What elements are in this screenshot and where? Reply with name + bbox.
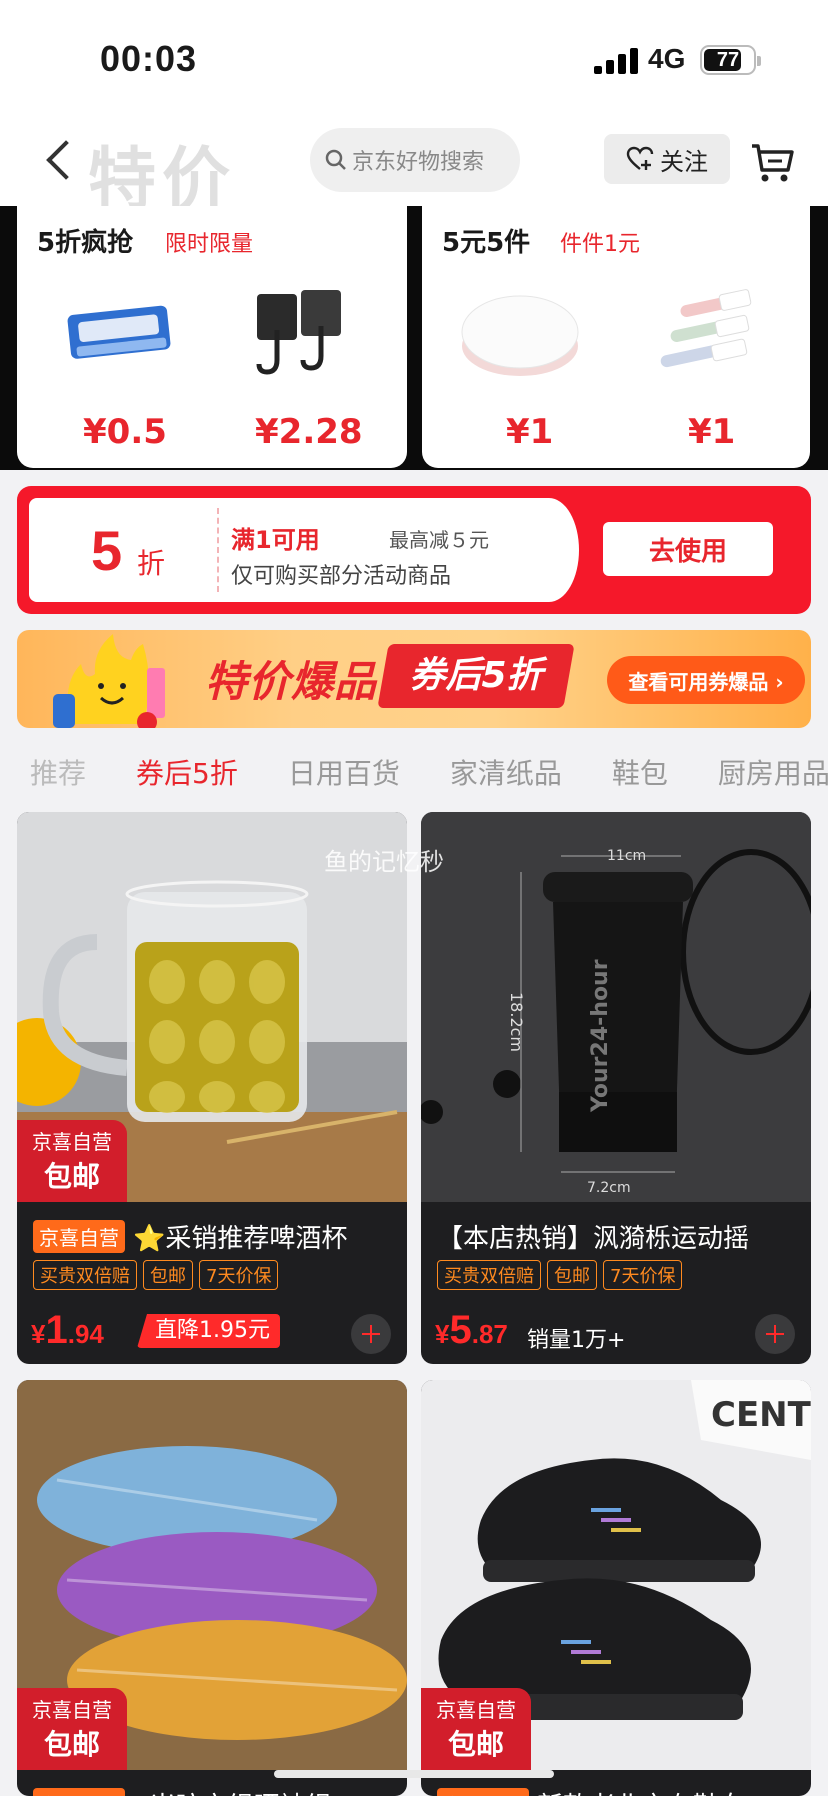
product-card-shaker[interactable]: 11cm 7.2cm 18.2cm Your24-hour 【本店热销】沨漪栎运… <box>421 812 811 1364</box>
coupon-condition: 满1可用 <box>231 526 320 554</box>
coupon-scope: 仅可购买部分活动商品 <box>231 564 452 589</box>
brush-product-image <box>660 289 752 368</box>
coupon-card[interactable]: 5 折 满1可用 最高减５元 仅可购买部分活动商品 去使用 <box>17 486 811 614</box>
product-title: ⭐采销推荐啤酒杯 <box>133 1224 348 1254</box>
tab-recommend[interactable]: 推荐 <box>30 752 86 792</box>
service-tags: 买贵双倍赔 包邮 7天价保 <box>437 1260 688 1290</box>
service-tag: 包邮 <box>547 1260 597 1290</box>
brand-tag: 京喜自营 <box>33 1220 125 1253</box>
battery-level: 77 <box>716 49 740 71</box>
product-card-shoes[interactable]: CENT 京喜自营 包邮 京喜自营 新款老北京布鞋女 <box>421 1380 811 1796</box>
tab-daily-goods[interactable]: 日用百货 <box>288 752 400 792</box>
coupon-discount: 5 <box>91 519 123 582</box>
sales-count: 销量1万+ <box>527 1328 626 1353</box>
badge-bottom: 包邮 <box>43 1160 100 1193</box>
nav-bar: 特价 京东好物搜索 关注 <box>0 118 828 220</box>
service-tag: 7天价保 <box>199 1260 279 1290</box>
service-tag: 买贵双倍赔 <box>437 1260 541 1290</box>
badge-bottom: 包邮 <box>43 1728 100 1761</box>
brand-tag: 京喜自营 <box>437 1788 529 1796</box>
promo-price: ¥2.28 <box>255 412 363 452</box>
banner-tag-text: 券后5折 <box>409 655 543 696</box>
coupon-divider <box>217 508 219 592</box>
banner-tag: 券后5折 <box>377 644 575 708</box>
search-icon <box>325 149 346 170</box>
coupon-body: 5 折 满1可用 最高减５元 仅可购买部分活动商品 <box>29 498 579 602</box>
signal-icon <box>594 48 638 74</box>
search-placeholder: 京东好物搜索 <box>352 150 485 175</box>
back-icon[interactable] <box>38 136 78 186</box>
promo-sub: 限时限量 <box>165 232 254 257</box>
svg-text:7.2cm: 7.2cm <box>587 1180 631 1196</box>
promo-heading: 5折疯抢 <box>37 228 134 258</box>
product-title-row: 京喜自营 ⭐采销推荐啤酒杯 <box>33 1218 395 1255</box>
product-title-row: 京喜自营 5米晾衣绳晒被绳 <box>33 1786 395 1796</box>
tab-coupon-half[interactable]: 券后5折 <box>136 752 238 792</box>
battery-icon: 77 <box>700 45 761 75</box>
floss-product-image <box>67 305 171 359</box>
product-card-rope[interactable]: 京喜自营 包邮 京喜自营 5米晾衣绳晒被绳 <box>17 1380 407 1796</box>
cart-icon[interactable] <box>748 138 796 186</box>
price-drop-badge: 直降1.95元 <box>137 1314 280 1348</box>
service-tag: 7天价保 <box>603 1260 683 1290</box>
promo-strip: 5折疯抢 限时限量 ¥0.5 ¥2.28 5元5件 件件1元 ¥1 ¥1 <box>0 206 828 470</box>
heart-plus-icon <box>626 146 654 170</box>
badge-top: 京喜自营 <box>32 1698 112 1722</box>
service-tags: 买贵双倍赔 包邮 7天价保 <box>33 1260 284 1290</box>
tab-shoes-bags[interactable]: 鞋包 <box>612 752 668 792</box>
status-time: 00:03 <box>100 38 198 79</box>
product-title-row: 【本店热销】沨漪栎运动摇 <box>437 1218 799 1255</box>
promo-price: ¥0.5 <box>83 412 167 452</box>
status-bar: 00:03 4G 77 <box>0 0 828 118</box>
search-input[interactable]: 京东好物搜索 <box>310 128 520 192</box>
tab-kitchen[interactable]: 厨房用品 <box>718 752 828 792</box>
use-coupon-button[interactable]: 去使用 <box>603 522 773 576</box>
home-indicator[interactable] <box>274 1770 554 1778</box>
promo-price: ¥1 <box>506 412 554 452</box>
coupon-unit: 折 <box>137 547 166 580</box>
product-title: 新款老北京布鞋女 <box>537 1786 745 1796</box>
promo-sub: 件件1元 <box>560 232 640 257</box>
hot-deals-banner[interactable]: 特价爆品 券后5折 查看可用券爆品 › <box>17 630 811 728</box>
product-card-beer-mug[interactable]: 京喜自营 包邮 京喜自营 ⭐采销推荐啤酒杯 买贵双倍赔 包邮 7天价保 ¥1.9… <box>17 812 407 1364</box>
badge-top: 京喜自营 <box>32 1130 112 1154</box>
svg-text:18.2cm: 18.2cm <box>507 992 526 1052</box>
brand-tag: 京喜自营 <box>33 1788 125 1796</box>
shaker-bottle-image: 11cm 7.2cm 18.2cm Your24-hour <box>421 812 811 1202</box>
view-coupon-deals-button[interactable]: 查看可用券爆品 › <box>607 656 805 704</box>
promo-heading: 5元5件 <box>442 228 531 258</box>
self-operated-badge: 京喜自营 包邮 <box>421 1688 531 1770</box>
product-price: ¥1.94 <box>31 1308 104 1352</box>
coupon-max-off: 最高减５元 <box>389 528 489 552</box>
banner-title: 特价爆品 <box>205 657 378 706</box>
service-tag: 包邮 <box>143 1260 193 1290</box>
svg-text:CENT: CENT <box>711 1395 811 1435</box>
pad-product-image <box>461 295 579 376</box>
product-title: 5米晾衣绳晒被绳 <box>133 1786 332 1796</box>
svg-text:Your24-hour: Your24-hour <box>588 959 613 1113</box>
self-operated-badge: 京喜自营 包邮 <box>17 1688 127 1770</box>
promo-card-half-price[interactable]: 5折疯抢 限时限量 ¥0.5 ¥2.28 <box>17 206 407 468</box>
category-tabs: 推荐 券后5折 日用百货 家清纸品 鞋包 厨房用品 <box>0 744 828 800</box>
svg-text:11cm: 11cm <box>607 848 646 864</box>
badge-top: 京喜自营 <box>436 1698 516 1722</box>
tab-household-paper[interactable]: 家清纸品 <box>450 752 562 792</box>
product-title-row: 京喜自营 新款老北京布鞋女 <box>437 1786 799 1796</box>
add-to-cart-icon[interactable] <box>755 1314 795 1354</box>
product-title: 【本店热销】沨漪栎运动摇 <box>437 1224 750 1254</box>
promo-price: ¥1 <box>688 412 736 452</box>
watermark: 鱼的记忆秒 <box>324 848 444 876</box>
service-tag: 买贵双倍赔 <box>33 1260 137 1290</box>
add-to-cart-icon[interactable] <box>351 1314 391 1354</box>
hook-product-image <box>256 290 341 375</box>
network-type: 4G <box>648 43 686 74</box>
follow-button[interactable]: 关注 <box>604 134 730 184</box>
badge-bottom: 包邮 <box>447 1728 504 1761</box>
mascot-icon <box>53 634 165 728</box>
follow-label: 关注 <box>660 147 708 176</box>
promo-card-five-yuan[interactable]: 5元5件 件件1元 ¥1 ¥1 <box>422 206 810 468</box>
self-operated-badge: 京喜自营 包邮 <box>17 1120 127 1202</box>
product-price: ¥5.87 <box>435 1308 508 1352</box>
